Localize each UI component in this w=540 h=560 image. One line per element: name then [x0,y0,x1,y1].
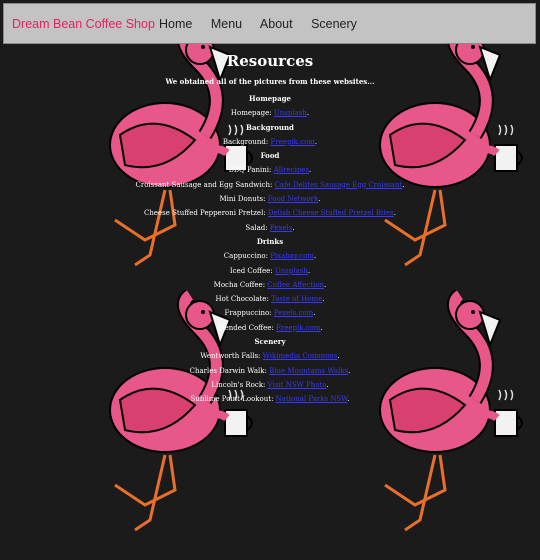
resource-label: Iced Coffee: [229,266,273,275]
resource-label: Croissant Sausage and Egg Sandwich: [135,180,273,189]
resource-link[interactable]: Unsplash [274,109,307,117]
resource-link[interactable]: Taste of Home [271,295,322,303]
resource-label: Cheese Stuffed Pepperoni Pretzel: [144,209,266,218]
resource-link[interactable]: Wikimedia Commons [263,352,338,360]
resource-label: Hot Chocolate: [215,295,269,304]
nav-home-link[interactable]: Home [159,17,192,31]
resource-label: Mocha Coffee: [213,280,266,289]
resource-item: Iced Coffee: Unsplash. [229,266,311,275]
section-heading: Background [246,122,294,132]
resource-link[interactable]: Blue Mountains Walks [269,367,348,375]
resource-item: Cappuccino: Pixabay.com. [223,252,317,261]
nav-scenery-link[interactable]: Scenery [311,17,357,31]
resource-link[interactable]: Delish Cheese Stuffed Pretzel Bites [268,209,394,217]
section-heading: Homepage [249,94,291,103]
resource-label: Homepage: [230,109,272,118]
resource-item: Blended Coffee: Freepik.com. [217,323,323,332]
resource-item: Salad: Pexels. [245,223,295,232]
resource-item: Wentworth Falls: Wikimedia Commons. [200,352,340,361]
section-heading: Food [260,151,280,161]
resource-label: Background: [222,137,269,146]
section-heading: Scenery [254,337,286,347]
resources-content: Resources We obtained all of the picture… [0,52,540,407]
resource-link[interactable]: Pexels.com [274,309,313,317]
resource-label: Frappuccino: [224,309,272,318]
resource-link[interactable]: Freepik.com [270,138,314,146]
resource-label: Sublime Point Lookout: [190,395,274,404]
section-heading: Drinks [256,236,284,246]
resource-label: BBQ Panini: [228,166,272,175]
resource-link[interactable]: Pexels [270,224,292,232]
resource-label: Blended Coffee: [217,323,274,332]
nav-about-link[interactable]: About [260,17,293,31]
resource-item: Sublime Point Lookout: National Parks NS… [190,395,350,404]
nav-links: Home Menu About Scenery [159,17,372,31]
resource-label: Lincoln's Rock: [211,380,266,389]
resource-link[interactable]: Allrecipes [274,166,309,174]
resource-item: Mocha Coffee: Coffee Affection. [213,280,327,289]
resource-item: Mini Donuts: Food Network. [219,195,321,204]
resource-sections: Homepage Homepage: Unsplash. Background Bac… [0,92,540,407]
resource-item: Charles Darwin Walk: Blue Mountains Walk… [189,366,351,375]
page-title: Resources [226,52,314,70]
resource-item: Hot Chocolate: Taste of Home. [215,295,325,304]
resource-label: Salad: [245,223,268,232]
resource-label: Cappuccino: [223,252,268,261]
resource-label: Mini Donuts: [219,195,266,204]
resource-link[interactable]: Food Network [268,195,318,203]
resource-label: Wentworth Falls: [200,352,261,361]
resource-link[interactable]: National Parks NSW [276,395,348,403]
resource-item: Lincoln's Rock: Visit NSW Photo. [211,380,329,389]
resource-link[interactable]: Pixabay.com [270,252,314,260]
resource-link[interactable]: Freepik.com [276,324,320,332]
resource-link[interactable]: Visit NSW Photo [268,381,327,389]
resource-link[interactable]: Unsplash [275,267,308,275]
resource-item: Homepage: Unsplash. [230,109,310,118]
resource-link[interactable]: Cafe Delites Sausage Egg Croissant [275,181,403,189]
intro-text: We obtained all of the pictures from the… [165,77,375,86]
nav-menu-link[interactable]: Menu [211,17,242,31]
top-navbar: Dream Bean Coffee Shop Home Menu About S… [3,3,536,44]
resource-item: Frappuccino: Pexels.com. [224,309,316,318]
resource-item: BBQ Panini: Allrecipes. [228,166,312,175]
resource-link[interactable]: Coffee Affection [267,281,324,289]
brand-link[interactable]: Dream Bean Coffee Shop [12,17,155,31]
resource-item: Croissant Sausage and Egg Sandwich: Cafe… [135,180,405,189]
resource-item: Cheese Stuffed Pepperoni Pretzel: Delish… [144,209,396,218]
resource-label: Charles Darwin Walk: [189,366,267,375]
resource-item: Background: Freepik.com. [222,137,318,146]
